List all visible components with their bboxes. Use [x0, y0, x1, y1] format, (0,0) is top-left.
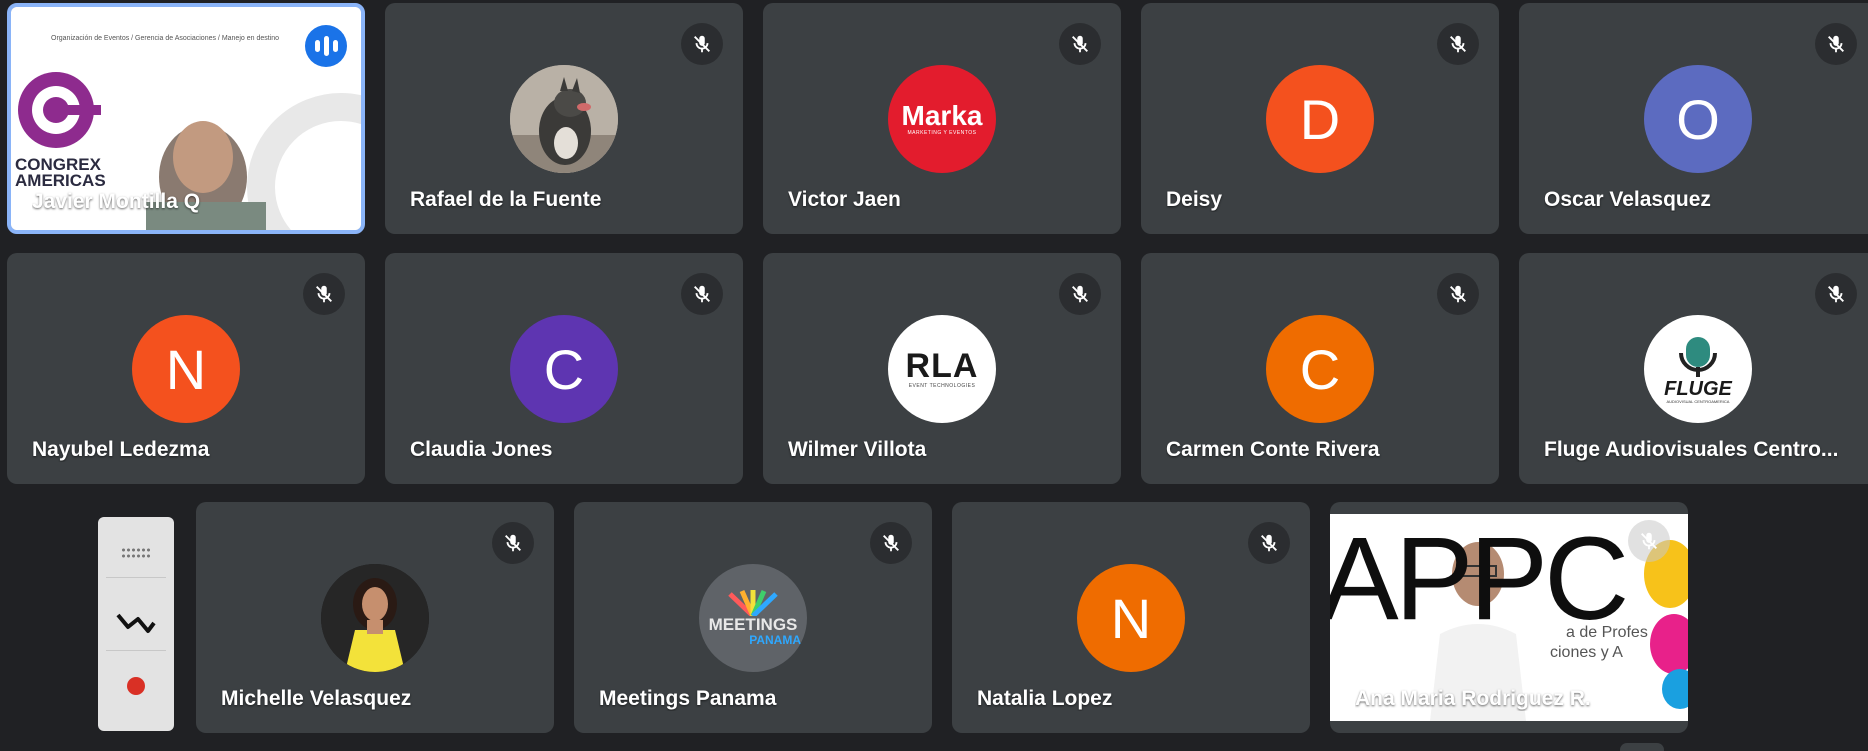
logo-subtext: EVENT TECHNOLOGIES [908, 383, 976, 389]
mic-off-icon [1059, 273, 1101, 315]
participant-name: Ana Maria Rodriguez R. [1355, 687, 1591, 710]
mic-off-icon [1815, 273, 1857, 315]
avatar: C [510, 315, 618, 423]
participant-name: Michelle Velasquez [221, 687, 412, 710]
toolbar-divider [106, 577, 166, 578]
mic-off-icon [1628, 520, 1670, 562]
video-caption-2: ciones y A [1550, 644, 1623, 661]
avatar: Marka MARKETING Y EVENTOS [888, 65, 996, 173]
participant-name: Nayubel Ledezma [32, 438, 210, 461]
mic-off-icon [1815, 23, 1857, 65]
avatar: C [1266, 315, 1374, 423]
participant-tile-rafael[interactable]: Rafael de la Fuente [385, 3, 743, 234]
participant-name: Oscar Velasquez [1544, 188, 1711, 211]
avatar: O [1644, 65, 1752, 173]
mic-off-icon [303, 273, 345, 315]
participant-tile-victor[interactable]: Marka MARKETING Y EVENTOS Victor Jaen [763, 3, 1121, 234]
video-logo-line2: AMERICAS [15, 171, 106, 190]
meeting-grid: Organización de Eventos / Gerencia de As… [0, 0, 1868, 751]
avatar: FLUGE AUDIOVISUAL CENTROAMERICA [1644, 315, 1752, 423]
participant-name: Victor Jaen [788, 188, 901, 211]
fluge-logo-icon [1679, 336, 1717, 377]
mic-off-icon [1437, 23, 1479, 65]
avatar [321, 564, 429, 672]
participant-tile-carmen[interactable]: C Carmen Conte Rivera [1141, 253, 1499, 484]
speaking-indicator-icon [305, 25, 347, 67]
logo-subtext: MARKETING Y EVENTOS [907, 130, 977, 136]
participant-tile-fluge[interactable]: FLUGE AUDIOVISUAL CENTROAMERICA Fluge Au… [1519, 253, 1868, 484]
logo-text: FLUGE [1664, 377, 1732, 400]
participant-name: Claudia Jones [410, 438, 553, 461]
video-banner: Organización de Eventos / Gerencia de As… [51, 35, 280, 42]
logo-text: MEETINGS [708, 614, 798, 634]
participant-tile-nayubel[interactable]: N Nayubel Ledezma [7, 253, 365, 484]
drag-handle-icon[interactable] [121, 547, 151, 559]
participant-tile-oscar[interactable]: O Oscar Velasquez [1519, 3, 1868, 234]
toolbar-divider [106, 650, 166, 651]
participant-tile-deisy[interactable]: D Deisy [1141, 3, 1499, 234]
participant-name: Natalia Lopez [977, 687, 1113, 710]
sunburst-logo-icon [728, 589, 778, 616]
logo-text: Marka [901, 100, 983, 131]
mic-off-icon [1059, 23, 1101, 65]
participant-name: Javier Montilla Q [32, 190, 201, 213]
logo-text: RLA [905, 347, 979, 385]
avatar [510, 65, 618, 173]
chart-line-icon[interactable] [116, 609, 156, 635]
participant-name: Wilmer Villota [788, 438, 927, 461]
participant-name: Fluge Audiovisuales Centro... [1544, 438, 1839, 461]
avatar: RLA EVENT TECHNOLOGIES [888, 315, 996, 423]
avatar: MEETINGS PANAMA [699, 564, 807, 672]
avatar: N [1077, 564, 1185, 672]
mic-off-icon [1437, 273, 1479, 315]
participant-tile-meetings-panama[interactable]: MEETINGS PANAMA Meetings Panama [574, 502, 932, 733]
mic-off-icon [492, 522, 534, 564]
avatar: D [1266, 65, 1374, 173]
participant-tile-natalia[interactable]: N Natalia Lopez [952, 502, 1310, 733]
participant-tile-wilmer[interactable]: RLA EVENT TECHNOLOGIES Wilmer Villota [763, 253, 1121, 484]
video-caption-1: a de Profes [1566, 624, 1648, 641]
woman-photo-icon [321, 564, 429, 672]
record-icon[interactable] [127, 677, 145, 695]
participant-tile-michelle[interactable]: Michelle Velasquez [196, 502, 554, 733]
participant-tile-ana-maria[interactable]: APPC a de Profes ciones y A Ana Maria Ro… [1330, 502, 1688, 733]
participant-name: Carmen Conte Rivera [1166, 438, 1380, 461]
mic-off-icon [870, 522, 912, 564]
scroll-indicator[interactable] [1620, 743, 1664, 751]
floating-toolbar[interactable] [98, 517, 174, 731]
logo-subtext: AUDIOVISUAL CENTROAMERICA [1666, 398, 1730, 404]
dog-photo-icon [510, 65, 618, 173]
avatar: N [132, 315, 240, 423]
mic-off-icon [681, 273, 723, 315]
participant-name: Deisy [1166, 188, 1223, 211]
logo-subtext: PANAMA [749, 632, 801, 647]
video-big-text: APPC [1330, 513, 1629, 645]
mic-off-icon [681, 23, 723, 65]
mic-off-icon [1248, 522, 1290, 564]
participant-name: Meetings Panama [599, 687, 777, 710]
participant-tile-javier[interactable]: Organización de Eventos / Gerencia de As… [7, 3, 365, 234]
participant-tile-claudia[interactable]: C Claudia Jones [385, 253, 743, 484]
participant-name: Rafael de la Fuente [410, 188, 602, 211]
